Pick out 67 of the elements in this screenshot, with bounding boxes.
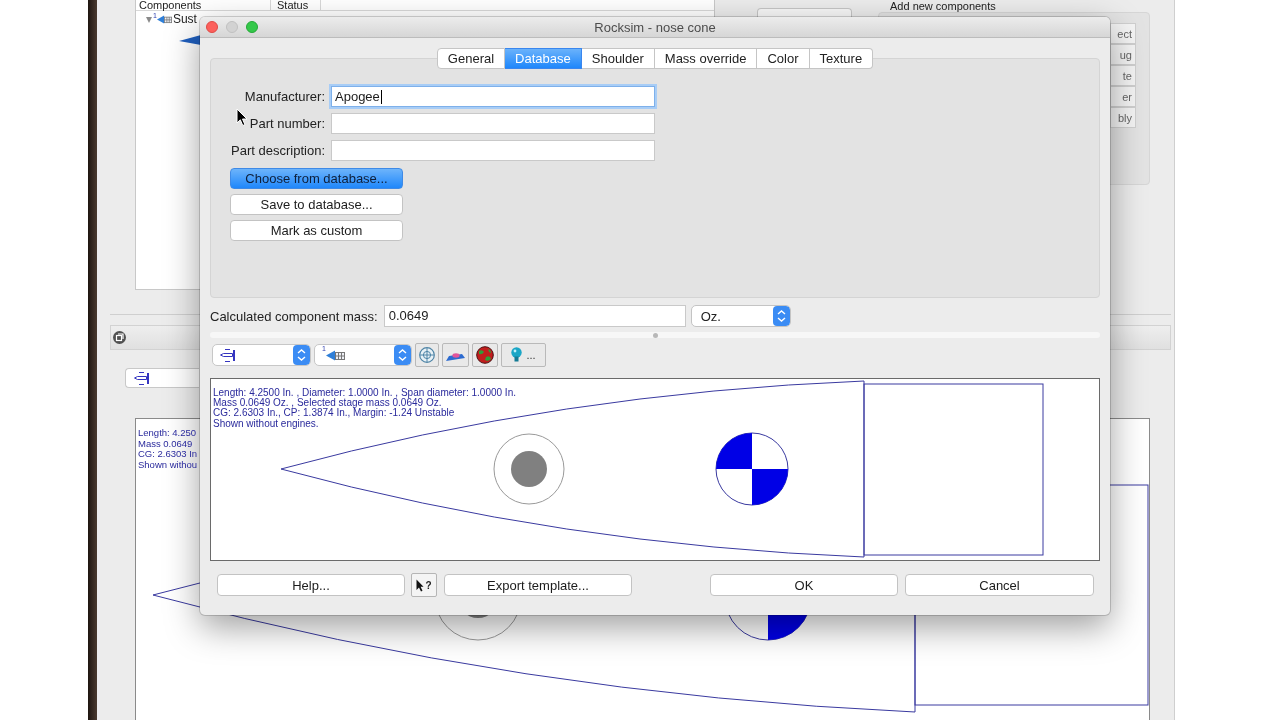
toolbar-button[interactable] [472, 343, 498, 367]
cancel-button[interactable]: Cancel [905, 574, 1094, 596]
column-header: Status [271, 0, 321, 10]
unit-dropdown[interactable]: Oz. [690, 305, 791, 327]
info-line: Length: 4.2500 In. , Diameter: 1.0000 In. , Span diameter: 1.0000 In. [213, 388, 516, 399]
grip-icon [652, 332, 658, 338]
component-button[interactable]: bly [1110, 107, 1136, 128]
info-line: Mass 0.0649 Oz. , Selected stage mass 0.0649 Oz. [213, 398, 442, 409]
mark-as-custom-button[interactable]: Mark as custom [230, 220, 403, 241]
component-button[interactable]: ug [1110, 44, 1136, 65]
component-button[interactable]: ect [1110, 23, 1136, 44]
text-cursor-icon [380, 89, 382, 104]
tab[interactable]: Texture [809, 48, 874, 69]
ok-button[interactable]: OK [710, 574, 898, 596]
section-title: Add new components [889, 0, 997, 12]
help-button[interactable]: Help... [217, 574, 405, 596]
field-label: Calculated component mass: [210, 308, 378, 324]
choose-from-database-button[interactable]: Choose from database... [230, 168, 403, 189]
info-line: Mass 0.0649 [138, 438, 193, 449]
tab[interactable]: Mass override [654, 48, 758, 69]
close-button[interactable] [206, 21, 218, 33]
context-help-button[interactable]: ? [411, 573, 437, 597]
field-label: Part description: [231, 142, 325, 160]
tree-item[interactable]: Sust [172, 12, 197, 27]
component-button[interactable]: er [1110, 86, 1136, 107]
cg-marker-icon [493, 433, 565, 505]
rocket-side-icon [220, 348, 236, 362]
cp-marker-icon [715, 432, 789, 506]
text-field[interactable]: Apogee [331, 86, 655, 107]
toolbar-button[interactable] [442, 343, 469, 367]
field-label: Part number: [249, 115, 325, 133]
updown-arrows-icon [772, 306, 790, 326]
window-title: Rocksim - nose cone [594, 19, 716, 35]
info-line: Length: 4.250 [138, 428, 197, 439]
mouse-pointer-icon [236, 108, 248, 127]
target-icon [419, 347, 435, 363]
updown-arrows-icon [293, 345, 310, 365]
lightbulb-icon [511, 347, 523, 363]
text-field[interactable] [331, 113, 655, 134]
info-line: CG: 2.6303 In [138, 449, 198, 460]
pointer-icon [416, 578, 425, 592]
column-header: Components [136, 0, 271, 10]
tab[interactable]: General [436, 48, 506, 69]
text-field[interactable] [331, 140, 655, 161]
info-line: Shown without engines. [213, 418, 319, 429]
info-line: CG: 2.6303 In., CP: 1.3874 In., Margin: -1.24 Unstable [213, 408, 455, 419]
stage-dropdown[interactable] [125, 368, 199, 388]
updown-arrows-icon [394, 345, 411, 365]
zoom-button[interactable] [246, 21, 258, 33]
export-template-button[interactable]: Export template... [444, 574, 632, 596]
mass-field[interactable]: 0.0649 [383, 305, 686, 327]
save-to-database-button[interactable]: Save to database... [230, 194, 403, 215]
nose-cone-icon[interactable] [179, 34, 201, 45]
component-button[interactable]: te [1110, 65, 1136, 86]
tab[interactable]: Color [757, 48, 810, 69]
rocket-stage-icon [325, 349, 345, 361]
splitter-handle[interactable] [210, 332, 1100, 338]
tab[interactable]: Shoulder [581, 48, 655, 69]
info-line: Shown withou [138, 459, 198, 470]
ball-icon [476, 346, 494, 364]
view-dropdown[interactable] [212, 344, 311, 366]
field-label: Manufacturer: [244, 88, 325, 106]
rocket-stage-icon [156, 15, 172, 24]
rocket-side-icon [134, 371, 150, 385]
disclosure-triangle-icon[interactable] [146, 16, 152, 23]
window-icon[interactable] [113, 331, 126, 344]
toolbar-button[interactable]: ... [501, 343, 546, 367]
